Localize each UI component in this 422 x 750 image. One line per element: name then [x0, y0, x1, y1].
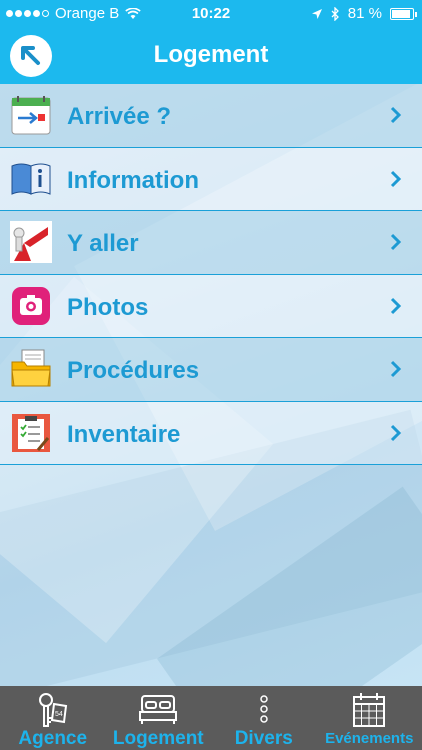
menu-item-inventaire[interactable]: Inventaire: [0, 401, 422, 465]
menu-item-information[interactable]: Information: [0, 147, 422, 211]
bed-icon: [139, 695, 178, 724]
road-sign-icon: [10, 221, 52, 263]
menu-item-arrivee[interactable]: Arrivée ?: [0, 84, 422, 148]
keys-icon: 54: [38, 693, 67, 727]
svg-text:54: 54: [55, 711, 63, 718]
camera-icon: [10, 285, 52, 327]
chevron-right-icon: [390, 170, 402, 187]
chevron-right-icon: [390, 233, 402, 251]
menu-item-photos[interactable]: Photos: [0, 274, 422, 338]
menu-list: Arrivée ? Information Y aller Photos Pro…: [0, 84, 422, 465]
menu-item-label: Y aller: [67, 230, 139, 257]
book-info-icon: [10, 158, 52, 200]
menu-item-label: Inventaire: [67, 420, 181, 448]
tab-label: Evénements: [325, 730, 414, 747]
battery-icon: [390, 7, 417, 20]
chevron-right-icon: [390, 360, 402, 378]
page-title: Logement: [153, 41, 269, 68]
menu-item-label: Arrivée ?: [67, 103, 172, 130]
tab-label: Agence: [18, 728, 88, 749]
checklist-icon: [10, 412, 52, 454]
tab-bar: 54 Agence Logement Divers Evénements: [0, 686, 422, 750]
chevron-right-icon: [390, 106, 402, 124]
bluetooth-icon: [331, 6, 339, 21]
menu-item-label: Information: [67, 166, 199, 194]
battery-level: [392, 9, 410, 18]
tab-logement[interactable]: Logement: [106, 686, 212, 750]
battery-percent: 81 %: [347, 5, 382, 22]
tab-label: Logement: [112, 728, 204, 749]
calendar-icon: [353, 693, 386, 727]
menu-item-y-aller[interactable]: Y aller: [0, 211, 422, 275]
tab-divers[interactable]: Divers: [211, 686, 317, 750]
more-dots-icon: [260, 695, 268, 723]
menu-item-label: Procédures: [67, 357, 200, 384]
tab-agence[interactable]: 54 Agence: [0, 686, 106, 750]
calendar-arrow-icon: [10, 94, 52, 136]
nav-bar: Logement: [0, 28, 422, 84]
menu-item-label: Photos: [67, 293, 149, 321]
chevron-right-icon: [390, 424, 402, 441]
tab-label: Divers: [234, 728, 293, 749]
menu-item-procedures[interactable]: Procédures: [0, 338, 422, 402]
location-arrow-icon: [311, 8, 322, 19]
folder-icon: [10, 348, 52, 390]
chevron-right-icon: [390, 297, 402, 314]
tab-evenements[interactable]: Evénements: [317, 686, 422, 750]
status-bar: Orange B 10:22 81 %: [0, 0, 422, 28]
